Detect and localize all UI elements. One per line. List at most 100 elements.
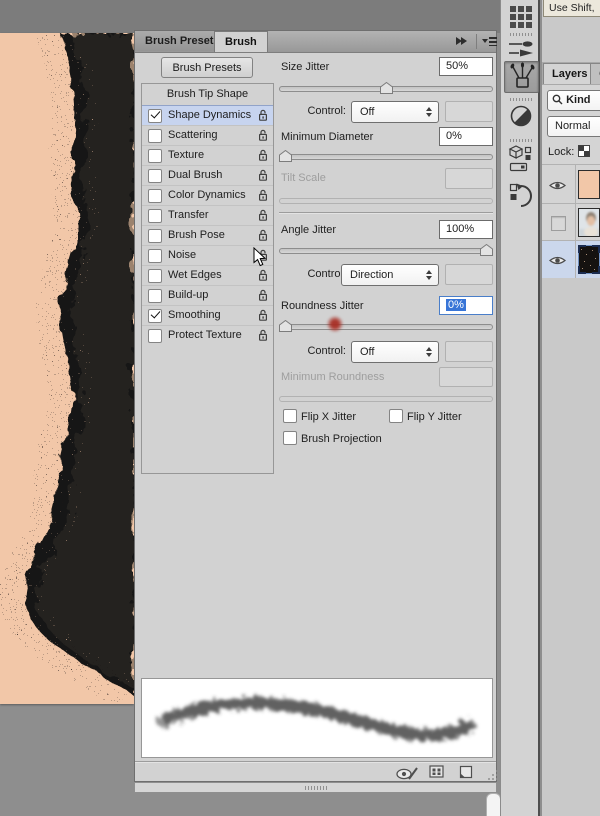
lock-icon[interactable] (258, 329, 268, 342)
option-scattering[interactable]: Scattering (142, 125, 273, 145)
checkbox[interactable] (148, 209, 162, 223)
tab-channels-partial[interactable]: C (590, 63, 600, 84)
angle-jitter-slider[interactable] (279, 243, 493, 257)
minimum-diameter-slider[interactable] (279, 149, 493, 163)
search-icon (552, 94, 563, 105)
checkbox[interactable] (148, 129, 162, 143)
size-jitter-field[interactable]: 50% (439, 57, 493, 76)
flip-y-label: Flip Y Jitter (407, 411, 462, 423)
cube-panel-icon[interactable] (508, 144, 535, 174)
minimum-diameter-field[interactable]: 0% (439, 127, 493, 146)
option-dual-brush[interactable]: Dual Brush (142, 165, 273, 185)
brush-presets-panel-icon[interactable] (507, 38, 535, 59)
layer-thumbnail-fill[interactable] (578, 170, 600, 199)
lock-icon[interactable] (258, 149, 268, 162)
minimum-roundness-slider (279, 391, 493, 405)
scrollbar-thumb[interactable] (486, 793, 501, 816)
roundness-jitter-field[interactable]: 0% (439, 296, 493, 315)
lock-icon[interactable] (258, 129, 268, 142)
adjustments-panel-icon[interactable] (509, 104, 533, 128)
lock-icon[interactable] (258, 109, 268, 122)
size-control-dropdown[interactable]: Off (351, 101, 439, 123)
layer-thumbnail-portrait[interactable] (578, 208, 600, 237)
layer-row-3-selected[interactable] (542, 240, 600, 278)
collapse-panel-icon[interactable] (456, 37, 470, 46)
lock-icon[interactable] (258, 169, 268, 182)
slider-thumb[interactable] (480, 244, 493, 256)
angle-jitter-field[interactable]: 100% (439, 220, 493, 239)
tab-layers[interactable]: Layers (543, 63, 596, 84)
layer-row-2[interactable] (542, 203, 600, 241)
roundness-control-dropdown[interactable]: Off (351, 341, 439, 363)
lock-icon[interactable] (258, 309, 268, 322)
checkbox[interactable] (148, 289, 162, 303)
option-shape-dynamics[interactable]: Shape Dynamics (142, 105, 273, 125)
panel-size-grip[interactable] (487, 769, 499, 781)
lock-icon[interactable] (258, 289, 268, 302)
lock-icon[interactable] (258, 209, 268, 222)
layer-filter-kind[interactable]: Kind (547, 90, 600, 111)
checkbox[interactable] (148, 229, 162, 243)
brush-presets-button[interactable]: Brush Presets (161, 57, 253, 78)
layer-row-1[interactable] (542, 164, 600, 204)
roundness-control-label: Control: (281, 345, 346, 357)
lock-icon[interactable] (258, 269, 268, 282)
mouse-cursor (253, 247, 267, 267)
option-smoothing[interactable]: Smoothing (142, 305, 273, 325)
checkbox[interactable] (148, 109, 162, 123)
history-panel-icon[interactable] (509, 181, 533, 211)
angle-control-dropdown[interactable]: Direction (341, 264, 439, 286)
option-color-dynamics[interactable]: Color Dynamics (142, 185, 273, 205)
grip-dots (305, 786, 327, 790)
slider-groove (279, 248, 493, 254)
charcoal-spray-artwork (0, 33, 134, 704)
checkbox[interactable] (148, 169, 162, 183)
slider-groove (279, 324, 493, 330)
create-new-brush-icon[interactable] (458, 765, 473, 779)
checkbox[interactable] (148, 149, 162, 163)
preset-manager-icon[interactable] (429, 765, 445, 779)
option-wet-edges[interactable]: Wet Edges (142, 265, 273, 285)
visibility-eye-icon[interactable] (549, 180, 566, 191)
brush-panel: Brush Presets Brush Brush Presets Brush … (134, 30, 497, 782)
visibility-toggle-empty[interactable] (551, 216, 566, 231)
roundness-jitter-slider[interactable] (279, 319, 493, 333)
dock-grip-dots[interactable] (510, 33, 532, 36)
option-texture[interactable]: Texture (142, 145, 273, 165)
blend-mode-dropdown[interactable]: Normal (547, 116, 600, 137)
lock-icon[interactable] (258, 229, 268, 242)
checkbox[interactable] (148, 249, 162, 263)
option-transfer[interactable]: Transfer (142, 205, 273, 225)
dock-grip-dots[interactable] (510, 139, 532, 142)
updown-arrows-icon (426, 347, 432, 357)
lock-icon[interactable] (258, 189, 268, 202)
right-panel-column: Layers C Kind Normal Lock: (542, 0, 600, 816)
slider-thumb[interactable] (279, 150, 292, 162)
option-build-up[interactable]: Build-up (142, 285, 273, 305)
layer-thumbnail-texture[interactable] (578, 245, 600, 274)
visibility-eye-icon[interactable] (549, 255, 566, 266)
checkbox[interactable] (148, 309, 162, 323)
docked-panel-grip-bar[interactable] (134, 782, 497, 793)
brush-panel-icon[interactable] (504, 61, 539, 93)
option-brush-pose[interactable]: Brush Pose (142, 225, 273, 245)
tab-brush[interactable]: Brush (214, 31, 268, 52)
dock-grip-dots[interactable] (510, 98, 532, 101)
checkbox[interactable] (148, 189, 162, 203)
slider-thumb[interactable] (279, 320, 292, 332)
checkbox[interactable] (148, 329, 162, 343)
document-canvas[interactable] (0, 33, 134, 704)
live-tip-preview-icon[interactable] (395, 765, 419, 781)
flip-x-checkbox[interactable] (283, 409, 297, 423)
grid-panel-icon[interactable] (509, 3, 533, 29)
slider-thumb[interactable] (380, 82, 393, 94)
flip-y-checkbox[interactable] (389, 409, 403, 423)
checkbox[interactable] (148, 269, 162, 283)
brush-projection-checkbox[interactable] (283, 431, 297, 445)
lock-transparency-icon[interactable] (578, 145, 590, 157)
size-jitter-slider[interactable] (279, 81, 493, 95)
layers-tabbar: Layers C (542, 62, 600, 86)
brush-tip-shape-item[interactable]: Brush Tip Shape (142, 84, 273, 105)
panel-menu-icon[interactable] (482, 37, 496, 46)
option-protect-texture[interactable]: Protect Texture (142, 325, 273, 345)
